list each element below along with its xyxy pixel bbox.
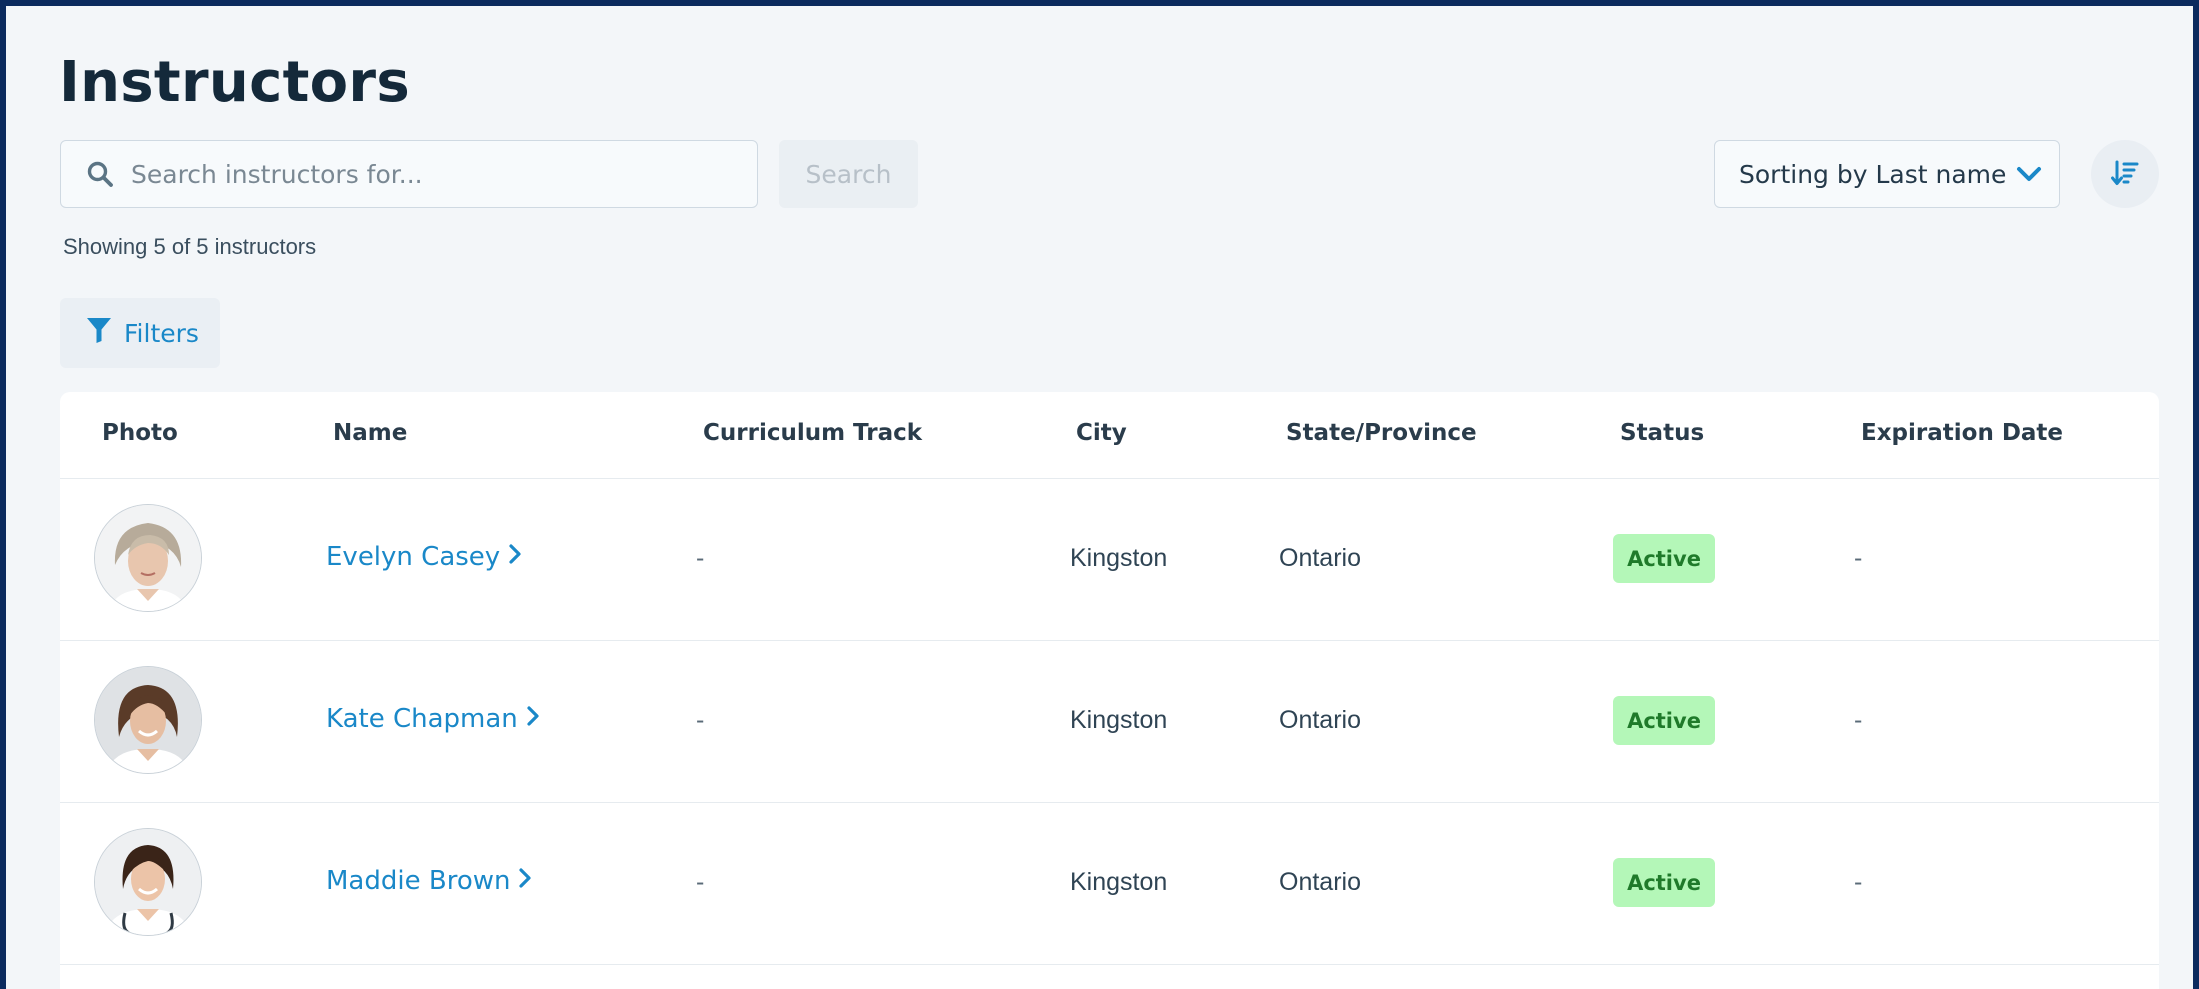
page-title: Instructors [59,50,410,115]
curriculum-track-cell: - [696,544,705,572]
chevron-right-icon [526,704,540,734]
city-cell: Kingston [1070,706,1168,734]
sort-order-button[interactable] [2091,140,2159,208]
app-window: Instructors Search Showing 5 of 5 instru… [6,6,2193,989]
column-header-state-province: State/Province [1286,420,1477,446]
sort-label: Sorting by Last name [1739,159,2007,189]
search-input[interactable] [129,158,733,190]
sort-descending-icon [2111,159,2139,190]
sort-select[interactable]: Sorting by Last name [1714,140,2060,208]
city-cell: Kingston [1070,544,1168,572]
table-row: Kate Chapman - Kingston Ontario Active - [60,640,2159,803]
expiration-date-cell: - [1854,706,1863,734]
instructor-name-link[interactable]: Maddie Brown [326,866,532,896]
filters-label: Filters [124,318,199,348]
table-row: Maddie Brown - Kingston Ontario Active - [60,802,2159,965]
column-header-city: City [1076,420,1127,446]
chevron-right-icon [508,542,522,572]
chevron-down-icon [2016,160,2042,189]
results-count: Showing 5 of 5 instructors [63,234,317,259]
instructor-name: Maddie Brown [326,866,511,896]
column-header-name: Name [333,420,408,446]
avatar [94,666,202,774]
column-header-status: Status [1620,420,1705,446]
search-box[interactable] [60,140,758,208]
instructor-name: Kate Chapman [326,704,518,734]
instructor-name-link[interactable]: Kate Chapman [326,704,540,734]
state-cell: Ontario [1279,868,1361,896]
filters-button[interactable]: Filters [60,298,220,368]
avatar [94,828,202,936]
status-badge: Active [1613,696,1715,745]
column-header-photo: Photo [102,420,178,446]
instructor-name-link[interactable]: Evelyn Casey [326,542,522,572]
table-header: Photo Name Curriculum Track City State/P… [60,392,2159,479]
expiration-date-cell: - [1854,868,1863,896]
search-button[interactable]: Search [779,140,918,208]
avatar [94,504,202,612]
status-badge: Active [1613,534,1715,583]
expiration-date-cell: - [1854,544,1863,572]
chevron-right-icon [518,866,532,896]
column-header-expiration-date: Expiration Date [1861,420,2064,446]
filter-icon [86,316,112,350]
status-badge: Active [1613,858,1715,907]
column-header-curriculum-track: Curriculum Track [703,420,923,446]
state-cell: Ontario [1279,544,1361,572]
table-row: Evelyn Casey - Kingston Ontario Active - [60,478,2159,641]
instructors-table: Photo Name Curriculum Track City State/P… [60,392,2159,989]
search-icon [85,159,115,189]
city-cell: Kingston [1070,868,1168,896]
curriculum-track-cell: - [696,868,705,896]
curriculum-track-cell: - [696,706,705,734]
state-cell: Ontario [1279,706,1361,734]
instructor-name: Evelyn Casey [326,542,501,572]
